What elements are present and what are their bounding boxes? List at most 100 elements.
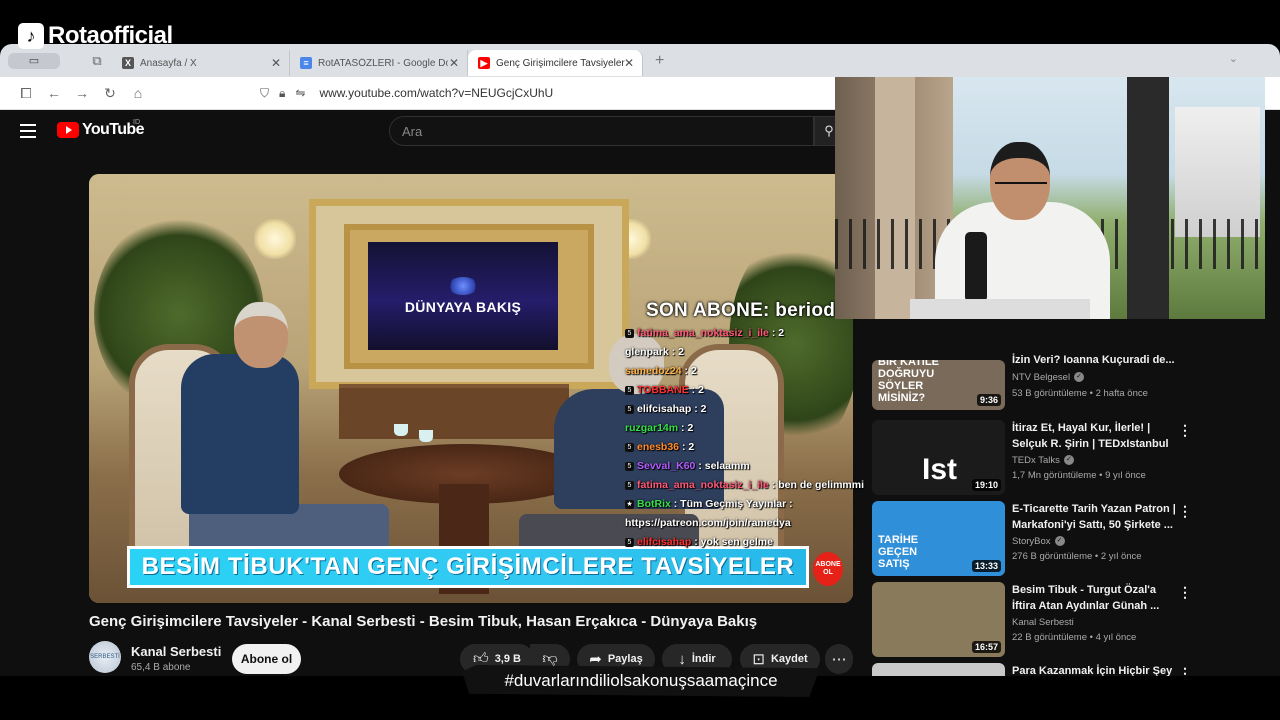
chat-text: : yok sen gelme xyxy=(694,536,773,548)
chat-username: enesb36 xyxy=(637,441,680,453)
close-icon[interactable]: ✕ xyxy=(271,56,281,70)
related-video-item[interactable]: Ist 19:10 İtiraz Et, Hayal Kur, İlerle! | … xyxy=(872,420,1202,498)
chat-badge-icon: 5 xyxy=(625,328,634,338)
reload-icon[interactable]: ↻ xyxy=(96,85,124,102)
video-thumbnail[interactable]: NASIL BAŞARDI? xyxy=(872,663,1005,676)
home-icon[interactable]: ⌂ xyxy=(124,85,152,101)
chat-message: ruzgar14m : 2 xyxy=(625,419,860,438)
chat-overlay: 5 fatima_ama_noktasiz_i_ile : 2 glenpark :… xyxy=(625,324,864,552)
tab-twitter[interactable]: X Anasayfa / X ✕ xyxy=(112,50,290,76)
thumbnail-text: BİR KATİLE DOĞRUYU SÖYLER MİSİNİZ? xyxy=(878,360,939,404)
related-video-channel[interactable]: NTV Belgesel ✓ xyxy=(1012,372,1085,383)
chat-badge-icon: ★ xyxy=(625,499,634,509)
channel-name[interactable]: Kanal Serbesti xyxy=(131,644,221,659)
close-icon[interactable]: ✕ xyxy=(449,56,459,70)
chevron-down-icon[interactable]: ⌄ xyxy=(1229,52,1238,65)
subscriber-count: 65,4 B abone xyxy=(131,662,191,673)
chat-message: 5 fatima_ama_noktasiz_i_ile : 2 xyxy=(625,324,860,343)
related-video-title[interactable]: E-Ticarette Tarih Yazan Patron | Markafo… xyxy=(1012,501,1182,533)
video-thumbnail[interactable]: BİR KATİLE DOĞRUYU SÖYLER MİSİNİZ? 9:36 xyxy=(872,360,1005,410)
chat-username: elifcisahap xyxy=(637,536,692,548)
google-docs-icon: ≡ xyxy=(300,57,312,69)
youtube-header: YouTube ID Ara ⚲ xyxy=(0,110,844,154)
youtube-logo[interactable]: YouTube xyxy=(57,121,144,139)
share-icon: ➦ xyxy=(589,651,602,668)
video-thumbnail[interactable]: TARİHE GEÇEN SATIŞ 13:33 xyxy=(872,501,1005,576)
related-video-title[interactable]: İtiraz Et, Hayal Kur, İlerle! | Selçuk R… xyxy=(1012,420,1182,452)
chat-badge-icon: 5 xyxy=(625,461,634,471)
forward-icon[interactable]: → xyxy=(68,85,96,101)
thumbnail-text: TARİHE GEÇEN SATIŞ xyxy=(878,534,919,570)
duration-badge: 9:36 xyxy=(976,394,1001,406)
chat-text: : 2 xyxy=(771,327,785,339)
back-icon[interactable]: ← xyxy=(40,85,68,101)
chat-text: https://patreon.com/join/ramedya xyxy=(625,517,791,529)
related-video-title[interactable]: Besim Tibuk - Turgut Özal'a İftira Atan … xyxy=(1012,582,1182,614)
duration-badge: 19:10 xyxy=(971,479,1001,491)
permissions-icon[interactable]: ⇋ xyxy=(295,86,305,101)
related-video-item[interactable]: 16:57 Besim Tibuk - Turgut Özal'a İftira … xyxy=(872,582,1202,660)
chat-text: : 2 xyxy=(694,403,707,415)
more-options-icon[interactable]: ⋮ xyxy=(1178,665,1192,676)
water-bottle xyxy=(965,232,987,302)
download-label: İndir xyxy=(691,653,716,665)
download-icon: ↓ xyxy=(678,650,686,668)
chat-text: : 2 xyxy=(681,422,694,434)
more-options-icon[interactable]: ⋮ xyxy=(1178,503,1192,520)
new-tab-icon[interactable]: + xyxy=(655,52,664,70)
lower-third-banner: BESİM TİBUK'TAN GENÇ GİRİŞİMCİLERE TAVSİ… xyxy=(127,546,809,588)
chat-username: fatima_ama_noktasiz_i_ile xyxy=(637,327,769,339)
streamer-name: Rotaofficial xyxy=(48,22,173,49)
tiktok-icon: ♪ xyxy=(18,23,44,49)
chat-text: : 2 xyxy=(684,365,697,377)
save-label: Kaydet xyxy=(770,653,808,665)
video-thumbnail[interactable]: 16:57 xyxy=(872,582,1005,657)
related-video-title[interactable]: Para Kazanmak İçin Hiçbir Şey Yapmadım |… xyxy=(1012,663,1182,676)
tab-youtube[interactable]: ▶ Genç Girişimcilere Tavsiyeler - K ✕ xyxy=(468,50,643,76)
like-count: 3,9 B xyxy=(494,653,521,665)
channel-name: NTV Belgesel xyxy=(1012,372,1071,383)
teacup xyxy=(419,430,433,442)
shield-icon[interactable]: ⛉ xyxy=(260,86,269,101)
related-video-channel[interactable]: StoryBox ✓ xyxy=(1012,536,1065,547)
more-icon: ⋯ xyxy=(831,651,847,668)
related-video-item[interactable]: TARİHE GEÇEN SATIŞ 13:33 E-Ticarette Tarih… xyxy=(872,501,1202,579)
tab-overview-icon[interactable]: ⧉ xyxy=(82,53,112,69)
search-input[interactable]: Ara xyxy=(389,116,814,146)
related-video-meta: 276 B görüntüleme • 2 yıl önce xyxy=(1012,551,1142,562)
menu-icon[interactable] xyxy=(20,124,36,142)
sidebar-toggle-icon[interactable]: ▭ xyxy=(8,52,60,69)
chat-message: 5 fatima_ama_noktasiz_i_ile : ben de geli… xyxy=(625,476,864,495)
more-actions-button[interactable]: ⋯ xyxy=(825,644,853,674)
sidebar-panel-icon[interactable]: ⧠ xyxy=(12,85,40,102)
more-options-icon[interactable]: ⋮ xyxy=(1178,584,1192,601)
address-bar[interactable]: www.youtube.com/watch?v=NEUGcjCxUhU xyxy=(319,86,553,100)
wall-lamp xyxy=(254,219,296,259)
related-video-title[interactable]: İzin Veri? Ioanna Kuçuradi de... xyxy=(1012,352,1182,368)
related-video-channel[interactable]: Kanal Serbesti xyxy=(1012,617,1074,628)
chat-badge-icon: 5 xyxy=(625,442,634,452)
tab-google-docs[interactable]: ≡ RotATASÖZLERİ - Google Dokü ✕ xyxy=(290,50,468,76)
chat-message: https://patreon.com/join/ramedya xyxy=(625,514,860,533)
chat-message: 5 elifcisahap : 2 xyxy=(625,400,860,419)
related-video-meta: 53 B görüntüleme • 2 hafta önce xyxy=(1012,388,1148,399)
lock-icon[interactable]: 🔒︎ xyxy=(279,86,285,101)
webcam-overlay xyxy=(835,77,1265,319)
chat-username: TOBBANE xyxy=(637,384,689,396)
url-security-icons: ⛉ 🔒︎ ⇋ xyxy=(260,86,305,101)
cabinet xyxy=(339,384,569,439)
related-video-channel[interactable]: TEDx Talks ✓ xyxy=(1012,455,1074,466)
chat-message: 5 TOBBANE : 2 xyxy=(625,381,860,400)
close-icon[interactable]: ✕ xyxy=(624,56,634,70)
video-thumbnail[interactable]: Ist 19:10 xyxy=(872,420,1005,495)
related-video-meta: 1,7 Mn görüntüleme • 9 yıl önce xyxy=(1012,470,1146,481)
subscribe-button[interactable]: Abone ol xyxy=(232,644,301,674)
avatar[interactable]: SERBESTİ xyxy=(89,641,121,673)
chat-text: : 2 xyxy=(681,441,695,453)
tab-label: RotATASÖZLERİ - Google Dokü xyxy=(318,57,448,69)
related-video-item[interactable]: NASIL BAŞARDI? Para Kazanmak İçin Hiçbir … xyxy=(872,663,1202,676)
more-options-icon[interactable]: ⋮ xyxy=(1178,422,1192,439)
tv-logo-text: DÜNYAYA BAKIŞ xyxy=(404,299,522,315)
chat-text: : selaamm xyxy=(698,460,750,472)
building xyxy=(1175,107,1260,237)
